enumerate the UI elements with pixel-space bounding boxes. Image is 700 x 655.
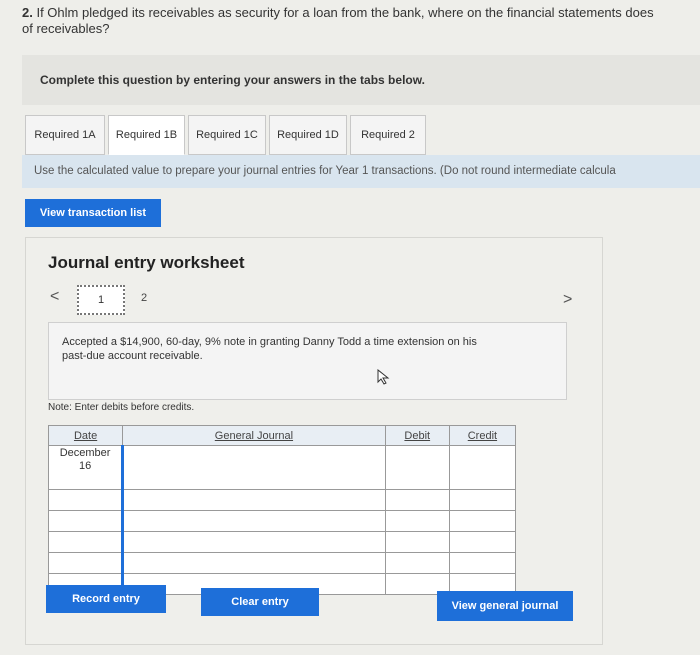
instruction-text: Complete this question by entering your … xyxy=(40,73,425,87)
date-cell: December 16 xyxy=(47,445,124,490)
tab-instruction-text: Use the calculated value to prepare your… xyxy=(34,165,616,177)
view-transaction-list-button[interactable]: View transaction list xyxy=(25,199,161,227)
header-credit: Credit xyxy=(448,425,517,446)
account-input[interactable] xyxy=(121,489,386,511)
date-day: 16 xyxy=(78,460,92,472)
tab-bar: Required 1A Required 1B Required 1C Requ… xyxy=(25,115,426,155)
credit-input[interactable] xyxy=(448,552,517,574)
credit-input[interactable] xyxy=(448,489,517,511)
tab-required-1d[interactable]: Required 1D xyxy=(269,115,347,155)
account-input[interactable] xyxy=(121,510,386,532)
account-input[interactable] xyxy=(121,531,386,553)
table-row xyxy=(47,489,517,511)
date-cell xyxy=(47,489,124,511)
tab-required-1b[interactable]: Required 1B xyxy=(108,115,185,155)
view-general-journal-button[interactable]: View general journal xyxy=(437,591,573,621)
debit-credit-note: Note: Enter debits before credits. xyxy=(48,402,195,413)
question-number: 2. xyxy=(22,5,33,20)
worksheet-title: Journal entry worksheet xyxy=(48,253,245,272)
debit-input[interactable] xyxy=(384,445,450,490)
transaction-description: Accepted a $14,900, 60-day, 9% note in g… xyxy=(62,336,477,362)
debit-input[interactable] xyxy=(384,531,450,553)
debit-input[interactable] xyxy=(384,552,450,574)
question-body-line2: of receivables? xyxy=(22,21,110,36)
date-month: December xyxy=(59,447,111,459)
tab-required-1c[interactable]: Required 1C xyxy=(188,115,266,155)
mouse-pointer-icon xyxy=(377,368,391,389)
table-row xyxy=(47,552,517,574)
tab-required-2[interactable]: Required 2 xyxy=(350,115,426,155)
credit-input[interactable] xyxy=(448,531,517,553)
question-text: 2. If Ohlm pledged its receivables as se… xyxy=(22,5,700,37)
table-row xyxy=(47,531,517,553)
question-body: If Ohlm pledged its receivables as secur… xyxy=(36,5,654,20)
header-debit: Debit xyxy=(384,425,450,446)
page-1-button[interactable]: 1 xyxy=(77,285,125,315)
table-row: December 16 xyxy=(47,445,517,490)
clear-entry-button[interactable]: Clear entry xyxy=(201,588,319,616)
account-input[interactable] xyxy=(121,445,386,490)
credit-input[interactable] xyxy=(448,510,517,532)
header-general-journal: General Journal xyxy=(122,425,386,446)
debit-input[interactable] xyxy=(384,510,450,532)
account-input[interactable] xyxy=(121,552,386,574)
tab-required-1a[interactable]: Required 1A xyxy=(25,115,105,155)
next-page-icon[interactable]: > xyxy=(563,291,572,309)
page-2-button[interactable]: 2 xyxy=(141,292,147,304)
record-entry-button[interactable]: Record entry xyxy=(46,585,166,613)
credit-input[interactable] xyxy=(448,445,517,490)
date-cell xyxy=(47,531,124,553)
journal-table: Date General Journal Debit Credit Decemb… xyxy=(47,425,517,595)
date-cell xyxy=(47,510,124,532)
header-date: Date xyxy=(47,425,124,446)
date-cell xyxy=(47,552,124,574)
prev-page-icon[interactable]: < xyxy=(50,288,59,306)
debit-input[interactable] xyxy=(384,489,450,511)
table-row xyxy=(47,510,517,532)
